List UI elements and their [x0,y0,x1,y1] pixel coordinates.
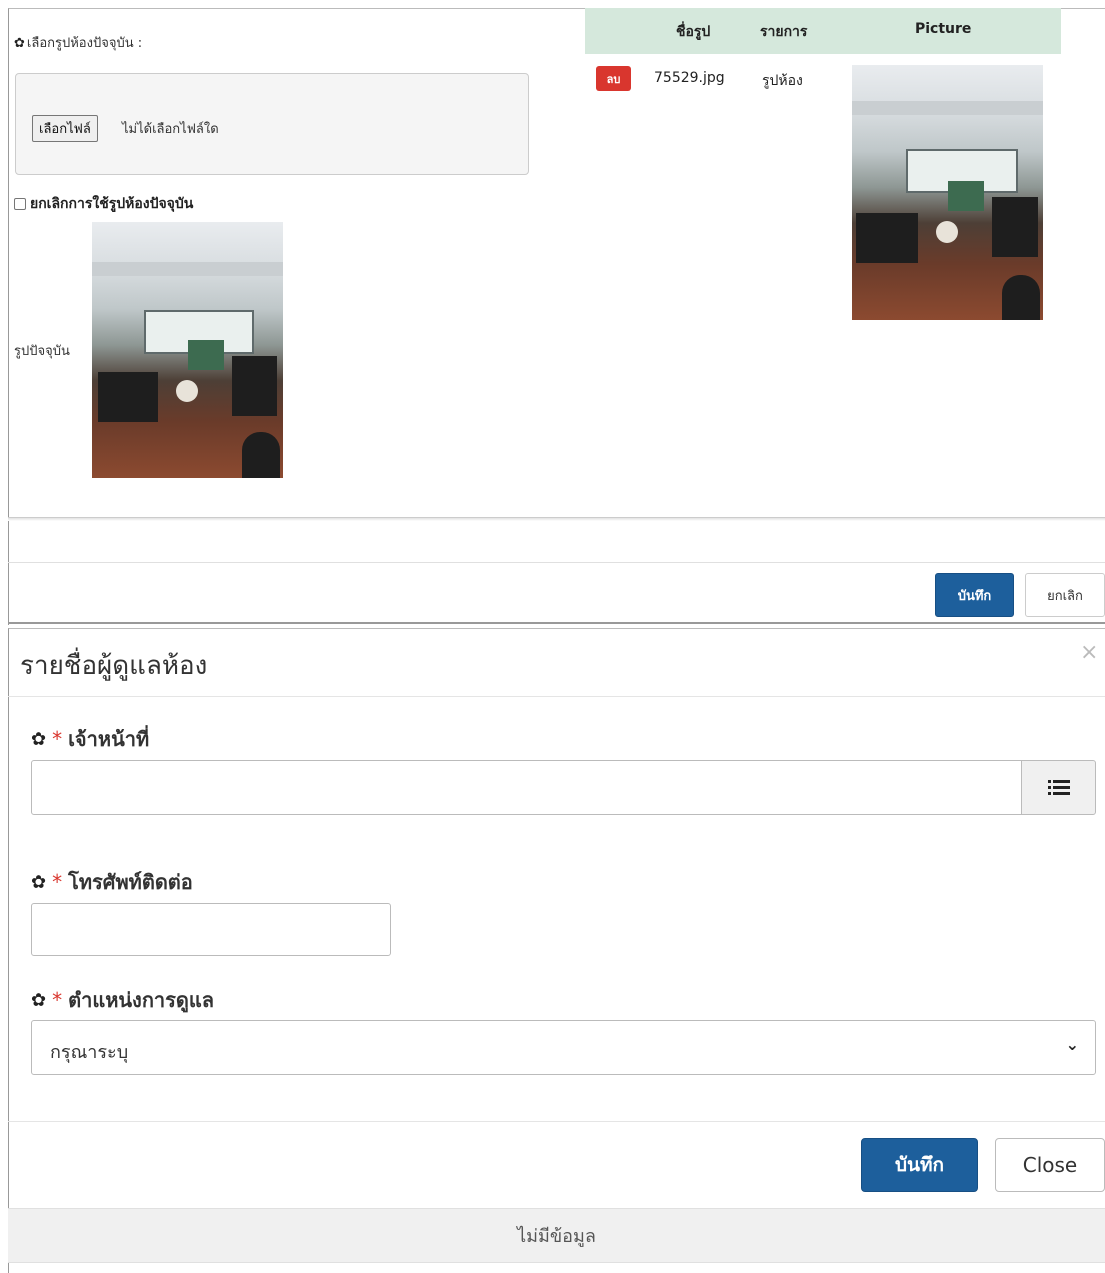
modal-header-divider [8,696,1105,697]
officer-label: ✿ * เจ้าหน้าที่ [31,727,150,751]
phone-label: ✿ * โทรศัพท์ติดต่อ [31,870,193,894]
modal-footer-divider [8,1121,1105,1122]
required-mark: * [52,727,63,751]
image-file-name: 75529.jpg [654,70,725,86]
required-mark: * [52,870,63,894]
required-mark: * [52,988,63,1012]
select-image-label: ✿ เลือกรูปห้องปัจจุบัน : [14,36,143,51]
file-status-text: ไม่ได้เลือกไฟล์ใด [122,122,219,137]
image-item-type: รูปห้อง [762,73,803,89]
panel-border [8,622,1105,624]
divider [8,562,1105,563]
modal-title: รายชื่อผู้ดูแลห้อง [20,651,208,681]
position-label: ✿ * ตำแหน่งการดูแล [31,988,215,1012]
cancel-current-image-label: ยกเลิกการใช้รูปห้องปัจจุบัน [30,196,194,212]
file-drop-area[interactable]: เลือกไฟล์ ไม่ได้เลือกไฟล์ใด [15,73,529,175]
table-room-photo [852,65,1043,320]
image-table-header: ชื่อรูป รายการ Picture [585,8,1061,54]
close-icon[interactable]: × [1080,640,1098,665]
current-image-label: รูปปัจจุบัน [14,344,70,359]
phone-input[interactable] [31,903,391,956]
choose-file-button[interactable]: เลือกไฟล์ [32,115,98,142]
modal-close-button[interactable]: Close [995,1138,1105,1192]
current-room-photo [92,222,283,478]
position-selected-value: กรุณาระบุ [50,1042,129,1063]
cancel-current-image-checkbox[interactable] [14,198,26,210]
officer-input[interactable] [31,760,1022,815]
modal-save-button[interactable]: บันทึก [861,1138,978,1192]
gear-icon: ✿ [31,871,47,893]
col-header-picture: Picture [915,21,972,37]
upload-save-button[interactable]: บันทึก [935,573,1014,617]
officer-list-button[interactable] [1021,760,1096,815]
gear-icon: ✿ [31,728,47,750]
no-data-message: ไม่มีข้อมูล [8,1208,1105,1263]
col-header-item: รายการ [760,24,808,40]
gear-icon: ✿ [31,989,47,1011]
col-header-name: ชื่อรูป [676,24,711,40]
delete-image-button[interactable]: ลบ [596,66,631,91]
gear-icon: ✿ [14,36,25,51]
list-icon [1047,779,1070,796]
chevron-down-icon: ⌄ [1065,1035,1079,1054]
cancel-current-image-row[interactable]: ยกเลิกการใช้รูปห้องปัจจุบัน [14,193,193,215]
position-select[interactable]: กรุณาระบุ ⌄ [31,1020,1096,1075]
divider-shadow [8,518,1105,521]
upload-cancel-button[interactable]: ยกเลิก [1025,573,1105,617]
